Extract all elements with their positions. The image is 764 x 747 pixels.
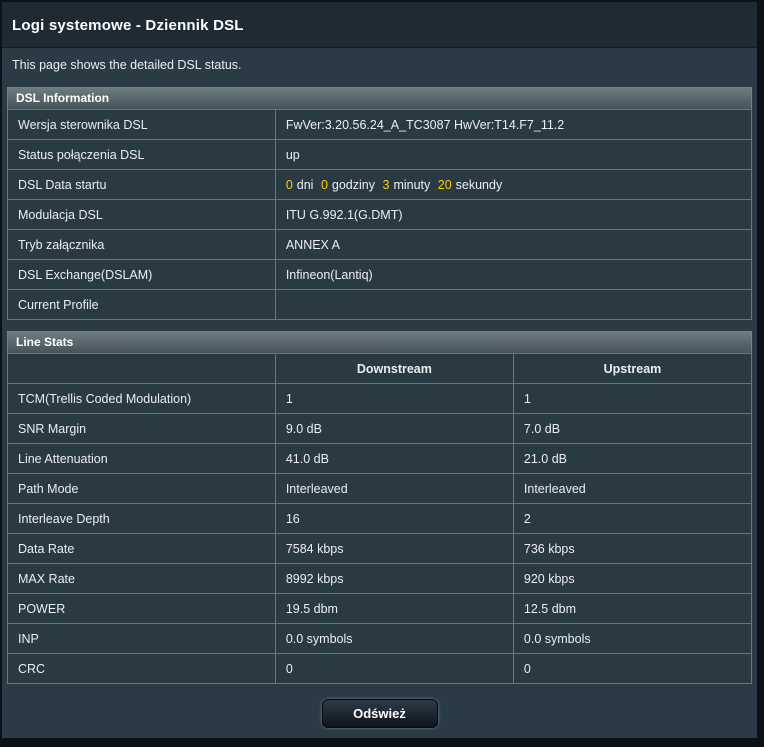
downstream-value: Interleaved — [274, 473, 514, 504]
table-row: POWER 19.5 dbm 12.5 dbm — [7, 593, 753, 624]
uptime-seconds: 20 — [437, 177, 452, 192]
table-row: Tryb załącznika ANNEX A — [7, 229, 753, 260]
row-value: ITU G.992.1(G.DMT) — [274, 199, 753, 230]
table-row: DSL Exchange(DSLAM) Infineon(Lantiq) — [7, 259, 753, 290]
downstream-value: 0 — [274, 653, 514, 684]
line-stats-table: Downstream Upstream TCM(Trellis Coded Mo… — [7, 353, 753, 684]
button-row: Odśwież — [7, 695, 752, 728]
column-header-downstream: Downstream — [274, 353, 514, 384]
row-label: MAX Rate — [7, 563, 276, 594]
title-bar: Logi systemowe - Dziennik DSL — [2, 2, 757, 48]
upstream-value: 12.5 dbm — [512, 593, 753, 624]
row-value-uptime: 0 dni 0 godziny 3 minuty 20 sekundy — [274, 169, 753, 200]
dsl-information-table: Wersja sterownika DSL FwVer:3.20.56.24_A… — [7, 109, 753, 320]
row-value: up — [274, 139, 753, 170]
page: Logi systemowe - Dziennik DSL This page … — [0, 0, 764, 747]
row-label: Line Attenuation — [7, 443, 276, 474]
row-label: TCM(Trellis Coded Modulation) — [7, 383, 276, 414]
table-row: CRC 0 0 — [7, 653, 753, 684]
section-header-dsl-information: DSL Information — [7, 87, 752, 109]
upstream-value: 0.0 symbols — [512, 623, 753, 654]
uptime-days-unit: dni — [296, 177, 314, 192]
uptime-hours: 0 — [320, 177, 328, 192]
row-label: INP — [7, 623, 276, 654]
upstream-value: 1 — [512, 383, 753, 414]
page-description: This page shows the detailed DSL status. — [12, 58, 242, 72]
uptime-days: 0 — [285, 177, 293, 192]
refresh-button[interactable]: Odśwież — [321, 699, 438, 728]
row-label: SNR Margin — [7, 413, 276, 444]
row-value — [274, 289, 753, 320]
row-label: Data Rate — [7, 533, 276, 564]
upstream-value: 7.0 dB — [512, 413, 753, 444]
table-header-row: Downstream Upstream — [7, 353, 753, 384]
upstream-value: 2 — [512, 503, 753, 534]
uptime-minutes: 3 — [382, 177, 390, 192]
table-row: Wersja sterownika DSL FwVer:3.20.56.24_A… — [7, 109, 753, 140]
table-row: Data Rate 7584 kbps 736 kbps — [7, 533, 753, 564]
page-title: Logi systemowe - Dziennik DSL — [12, 17, 244, 34]
row-label: Path Mode — [7, 473, 276, 504]
row-label: Modulacja DSL — [7, 199, 276, 230]
table-row: Modulacja DSL ITU G.992.1(G.DMT) — [7, 199, 753, 230]
table-row: DSL Data startu 0 dni 0 godziny 3 minuty 20… — [7, 169, 753, 200]
corner-cell — [7, 353, 276, 384]
table-row: Line Attenuation 41.0 dB 21.0 dB — [7, 443, 753, 474]
table-row: MAX Rate 8992 kbps 920 kbps — [7, 563, 753, 594]
row-label: Tryb załącznika — [7, 229, 276, 260]
table-row: INP 0.0 symbols 0.0 symbols — [7, 623, 753, 654]
downstream-value: 9.0 dB — [274, 413, 514, 444]
row-label: CRC — [7, 653, 276, 684]
upstream-value: 0 — [512, 653, 753, 684]
downstream-value: 0.0 symbols — [274, 623, 514, 654]
row-label: DSL Data startu — [7, 169, 276, 200]
uptime-minutes-unit: minuty — [393, 177, 431, 192]
row-label: DSL Exchange(DSLAM) — [7, 259, 276, 290]
table-row: SNR Margin 9.0 dB 7.0 dB — [7, 413, 753, 444]
table-row: Path Mode Interleaved Interleaved — [7, 473, 753, 504]
downstream-value: 19.5 dbm — [274, 593, 514, 624]
downstream-value: 7584 kbps — [274, 533, 514, 564]
downstream-value: 1 — [274, 383, 514, 414]
downstream-value: 8992 kbps — [274, 563, 514, 594]
row-value: FwVer:3.20.56.24_A_TC3087 HwVer:T14.F7_1… — [274, 109, 753, 140]
row-value: Infineon(Lantiq) — [274, 259, 753, 290]
uptime-seconds-unit: sekundy — [455, 177, 503, 192]
row-value: ANNEX A — [274, 229, 753, 260]
upstream-value: 21.0 dB — [512, 443, 753, 474]
upstream-value: 736 kbps — [512, 533, 753, 564]
column-header-upstream: Upstream — [512, 353, 753, 384]
row-label: Interleave Depth — [7, 503, 276, 534]
table-row: TCM(Trellis Coded Modulation) 1 1 — [7, 383, 753, 414]
table-row: Status połączenia DSL up — [7, 139, 753, 170]
row-label: Wersja sterownika DSL — [7, 109, 276, 140]
row-label: Current Profile — [7, 289, 276, 320]
content: This page shows the detailed DSL status.… — [2, 48, 757, 738]
table-row: Interleave Depth 16 2 — [7, 503, 753, 534]
section-header-line-stats: Line Stats — [7, 331, 752, 353]
row-label: Status połączenia DSL — [7, 139, 276, 170]
upstream-value: Interleaved — [512, 473, 753, 504]
row-label: POWER — [7, 593, 276, 624]
upstream-value: 920 kbps — [512, 563, 753, 594]
downstream-value: 16 — [274, 503, 514, 534]
downstream-value: 41.0 dB — [274, 443, 514, 474]
uptime-hours-unit: godziny — [331, 177, 375, 192]
table-row: Current Profile — [7, 289, 753, 320]
